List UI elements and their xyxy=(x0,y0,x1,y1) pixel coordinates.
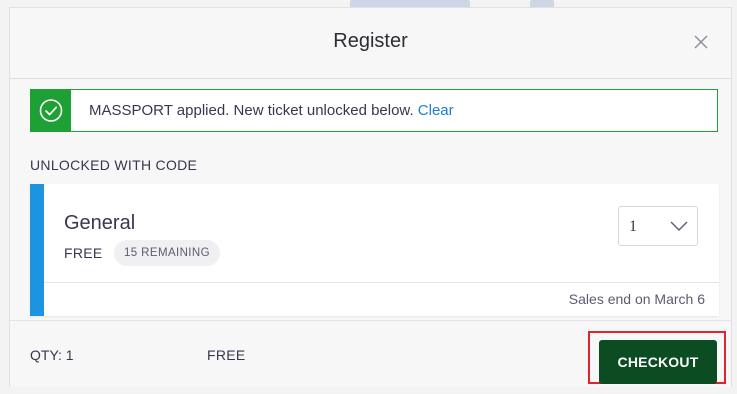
ticket-card: General FREE 15 REMAINING 1 Sales end on… xyxy=(30,184,719,316)
quantity-select[interactable]: 1 xyxy=(618,206,698,246)
register-modal: Register MASSPORT applied. New ticket un… xyxy=(10,8,731,387)
alert-message: MASSPORT applied. New ticket unlocked be… xyxy=(89,102,414,119)
ticket-price: FREE xyxy=(64,245,103,261)
section-heading: UNLOCKED WITH CODE xyxy=(30,157,198,173)
remaining-badge: 15 REMAINING xyxy=(114,240,220,266)
footer-quantity: QTY: 1 xyxy=(30,347,74,363)
modal-footer: QTY: 1 FREE CHECKOUT xyxy=(10,320,731,387)
chevron-down-icon xyxy=(670,221,688,231)
ticket-name: General xyxy=(64,212,136,234)
check-circle-icon xyxy=(39,99,63,122)
ticket-accent-bar xyxy=(30,184,44,316)
quantity-value: 1 xyxy=(629,218,637,235)
ticket-divider xyxy=(44,282,719,283)
backdrop-decoration xyxy=(350,0,470,8)
close-icon xyxy=(694,35,708,49)
modal-title: Register xyxy=(333,30,408,52)
promo-applied-alert: MASSPORT applied. New ticket unlocked be… xyxy=(30,89,718,132)
modal-header: Register xyxy=(10,8,731,79)
alert-message-line: MASSPORT applied. New ticket unlocked be… xyxy=(89,102,454,119)
alert-icon-container xyxy=(31,90,71,131)
footer-total: FREE xyxy=(207,347,246,363)
clear-code-link[interactable]: Clear xyxy=(418,102,454,119)
checkout-button[interactable]: CHECKOUT xyxy=(599,340,717,384)
backdrop-decoration xyxy=(530,0,554,8)
sales-end-text: Sales end on March 6 xyxy=(568,291,705,307)
close-button[interactable] xyxy=(689,30,713,54)
